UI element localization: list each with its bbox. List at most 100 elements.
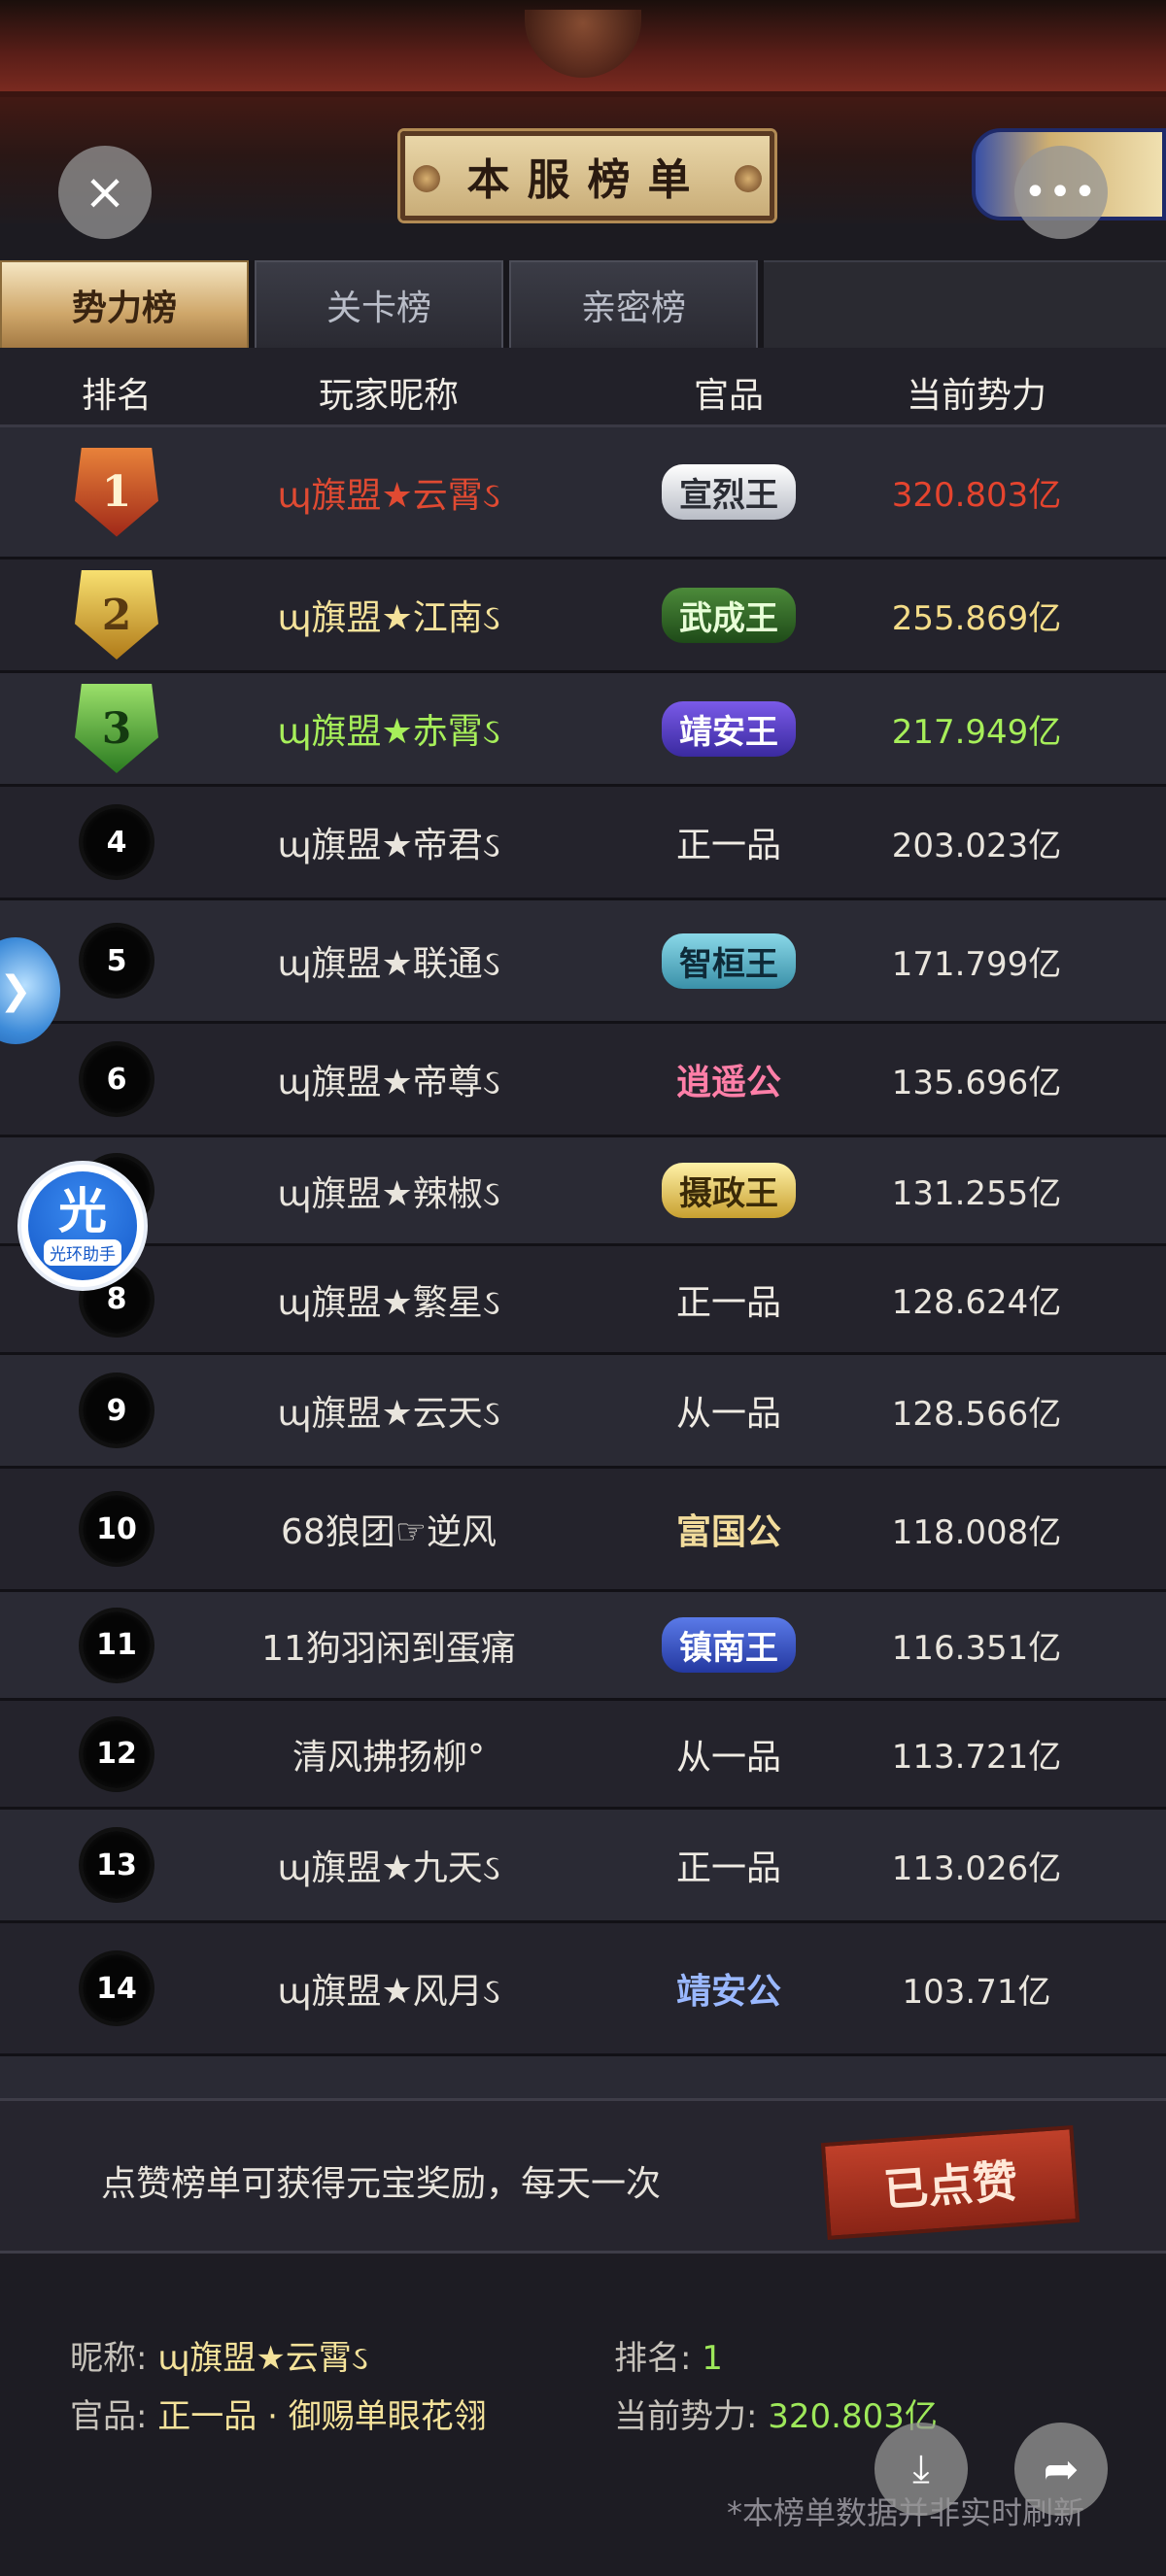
my-rank: 1 xyxy=(702,2339,723,2378)
my-power-row: 当前势力: 320.803亿 xyxy=(614,2390,938,2437)
title-text: 正一品 xyxy=(675,1282,781,1323)
column-header-title: 官品 xyxy=(693,376,764,416)
table-row[interactable]: 14 ɰ旗盟★风月ઽ 靖安公 103.71亿 xyxy=(0,1923,1166,2056)
table-row[interactable]: 3 ɰ旗盟★赤霄ઽ 靖安王 217.949亿 xyxy=(0,673,1166,787)
player-name: 清风拂扬柳° xyxy=(292,1737,485,1778)
tab-filler xyxy=(764,260,1166,348)
title-emblem: 智桓王 xyxy=(662,932,796,989)
halo-helper-button[interactable]: 光 光环助手 xyxy=(17,1161,148,1291)
download-button[interactable]: ⤓ xyxy=(874,2423,968,2516)
table-header: 排名 玩家昵称 官品 当前势力 xyxy=(0,348,1166,427)
title-plaque: 本服榜单 xyxy=(400,131,774,220)
table-row[interactable]: 4 ɰ旗盟★帝君ઽ 正一品 203.023亿 xyxy=(0,787,1166,900)
player-name: ɰ旗盟★帝君ઽ xyxy=(277,826,500,865)
my-title-row: 官品: 正一品 · 御赐单眼花翎 xyxy=(70,2390,487,2437)
power-value: 116.351亿 xyxy=(891,1629,1062,1668)
table-row[interactable]: 10 68狼团☞逆风 富国公 118.008亿 xyxy=(0,1469,1166,1592)
table-row[interactable]: 2 ɰ旗盟★江南ઽ 武成王 255.869亿 xyxy=(0,559,1166,673)
power-value: 135.696亿 xyxy=(891,1063,1062,1102)
power-label: 当前势力: xyxy=(614,2397,758,2436)
close-icon: × xyxy=(84,163,126,221)
rank-badge: 12 xyxy=(83,1719,151,1788)
player-name: ɰ旗盟★联通ઽ xyxy=(277,944,500,984)
rank-badge: 10 xyxy=(83,1495,151,1563)
power-value: 113.026亿 xyxy=(891,1848,1062,1888)
table-row[interactable]: 7 ɰ旗盟★辣椒ઽ 摄政王 131.255亿 xyxy=(0,1137,1166,1246)
rank-badge: 14 xyxy=(83,1954,151,2022)
table-row[interactable]: 8 ɰ旗盟★繁星ઽ 正一品 128.624亿 xyxy=(0,1246,1166,1355)
my-nickname: ɰ旗盟★云霄ઽ xyxy=(157,2339,368,2378)
rank-badge: 13 xyxy=(83,1831,151,1899)
rank-badge: 4 xyxy=(83,808,151,876)
share-icon: ➦ xyxy=(1043,2444,1080,2494)
page-title: 本服榜单 xyxy=(466,155,708,205)
rank-2-banner-icon: 2 xyxy=(75,570,158,660)
more-icon: ••• xyxy=(1023,170,1099,215)
rank-badge: 6 xyxy=(83,1045,151,1113)
rank-badge: 5 xyxy=(83,927,151,995)
title-emblem: 摄政王 xyxy=(662,1163,796,1218)
power-value: 217.949亿 xyxy=(891,712,1062,752)
title-text: 从一品 xyxy=(675,1394,781,1434)
power-value: 128.624亿 xyxy=(891,1283,1062,1322)
power-value: 118.008亿 xyxy=(891,1512,1062,1552)
download-icon: ⤓ xyxy=(912,2447,930,2491)
table-row[interactable]: 11 11狗羽闲到蛋痛 镇南王 116.351亿 xyxy=(0,1592,1166,1701)
title-emblem: 宣烈王 xyxy=(662,464,796,520)
table-row[interactable]: 1 ɰ旗盟★云霄ઽ 宣烈王 320.803亿 xyxy=(0,427,1166,559)
column-header-power: 当前势力 xyxy=(906,376,1046,416)
player-name: 68狼团☞逆风 xyxy=(280,1512,497,1552)
title-label: 官品: xyxy=(70,2397,148,2436)
player-name: ɰ旗盟★帝尊ઽ xyxy=(277,1063,500,1102)
rank-1-banner-icon: 1 xyxy=(75,447,158,537)
table-row[interactable]: 12 清风拂扬柳° 从一品 113.721亿 xyxy=(0,1701,1166,1810)
table-row[interactable]: 6 ɰ旗盟★帝尊ઽ 逍遥公 135.696亿 xyxy=(0,1024,1166,1137)
leaderboard-list[interactable]: 1 ɰ旗盟★云霄ઽ 宣烈王 320.803亿 2 ɰ旗盟★江南ઽ 武成王 255… xyxy=(0,427,1166,2098)
more-options-button[interactable]: ••• xyxy=(1014,146,1108,239)
nickname-label: 昵称: xyxy=(70,2339,148,2378)
power-value: 113.721亿 xyxy=(891,1738,1062,1777)
player-name: ɰ旗盟★九天ઽ xyxy=(277,1848,500,1888)
tab-power[interactable]: 势力榜 xyxy=(0,260,249,348)
arrow-icon: ❯ xyxy=(0,968,32,1013)
title-emblem: 镇南王 xyxy=(662,1617,796,1673)
tab-intimacy[interactable]: 亲密榜 xyxy=(509,260,758,348)
power-value: 255.869亿 xyxy=(891,598,1062,638)
table-row-partial xyxy=(0,2056,1166,2098)
title-text: 富国公 xyxy=(675,1512,781,1552)
share-button[interactable]: ➦ xyxy=(1014,2423,1108,2516)
power-value: 131.255亿 xyxy=(891,1174,1062,1213)
table-row[interactable]: 5 ɰ旗盟★联通ઽ 智桓王 171.799亿 xyxy=(0,900,1166,1024)
player-name: ɰ旗盟★云霄ઽ xyxy=(277,475,500,516)
close-button[interactable]: × xyxy=(58,146,152,239)
player-name: ɰ旗盟★赤霄ઽ xyxy=(277,712,500,752)
table-row[interactable]: 9 ɰ旗盟★云天ઽ 从一品 128.566亿 xyxy=(0,1355,1166,1469)
player-name: ɰ旗盟★云天ઽ xyxy=(277,1394,500,1434)
helper-glyph: 光 xyxy=(58,1182,107,1239)
my-nickname-row: 昵称: ɰ旗盟★云霄ઽ xyxy=(70,2331,368,2379)
top-banner: 本服榜单 xyxy=(0,0,1166,223)
halo-helper-icon: 光 光环助手 xyxy=(28,1171,137,1280)
title-emblem: 靖安王 xyxy=(662,700,796,757)
leaderboard-tabs: 势力榜 关卡榜 亲密榜 xyxy=(0,260,1166,348)
table-row[interactable]: 13 ɰ旗盟★九天ઽ 正一品 113.026亿 xyxy=(0,1810,1166,1923)
rank-badge: 11 xyxy=(83,1610,151,1679)
column-header-rank: 排名 xyxy=(81,376,152,416)
rank-3-banner-icon: 3 xyxy=(75,684,158,773)
reward-text: 点赞榜单可获得元宝奖励，每天一次 xyxy=(101,2164,662,2204)
title-text: 逍遥公 xyxy=(675,1063,781,1102)
player-name: ɰ旗盟★辣椒ઽ xyxy=(277,1173,500,1214)
column-header-name: 玩家昵称 xyxy=(318,376,459,416)
tab-stage[interactable]: 关卡榜 xyxy=(255,260,503,348)
title-text: 靖安公 xyxy=(675,1972,781,2012)
title-text: 从一品 xyxy=(675,1737,781,1778)
player-name: ɰ旗盟★风月ઽ xyxy=(277,1972,500,2012)
rank-badge: 9 xyxy=(83,1376,151,1444)
liked-button[interactable]: 已点赞 xyxy=(820,2125,1080,2240)
reward-bar: 点赞榜单可获得元宝奖励，每天一次 已点赞 xyxy=(0,2098,1166,2254)
helper-label: 光环助手 xyxy=(44,1238,121,1266)
title-emblem: 武成王 xyxy=(662,587,796,643)
power-value: 103.71亿 xyxy=(902,1972,1051,2012)
player-name: ɰ旗盟★江南ઽ xyxy=(277,598,500,638)
title-text: 正一品 xyxy=(675,1848,781,1888)
